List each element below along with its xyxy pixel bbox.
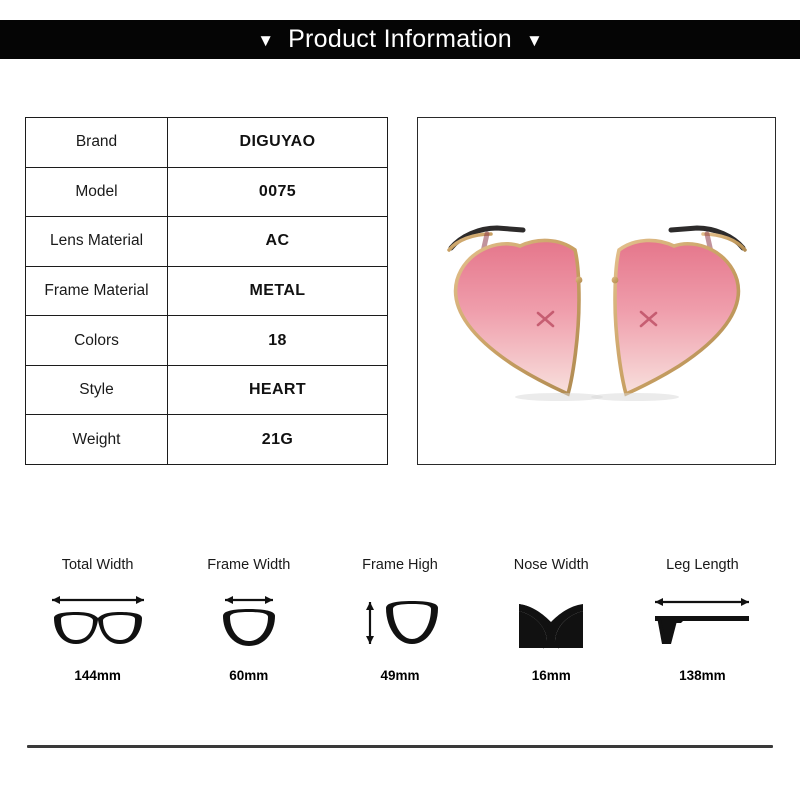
measurement-value: 138mm bbox=[679, 667, 726, 683]
spec-label: Brand bbox=[26, 118, 168, 167]
temple-arm-icon bbox=[647, 589, 757, 653]
single-lens-icon bbox=[197, 589, 301, 653]
page-header-banner: ▼ Product Information ▼ bbox=[0, 20, 800, 59]
measurement-frame-width: Frame Width 60mm bbox=[173, 548, 324, 693]
spec-value: 0075 bbox=[258, 182, 297, 200]
triangle-left-icon: ▼ bbox=[257, 31, 275, 50]
product-shadow-right bbox=[590, 393, 679, 401]
spec-label: Style bbox=[26, 365, 168, 415]
spec-label: Weight bbox=[26, 415, 168, 465]
table-row: Model 0075 bbox=[26, 167, 387, 218]
spec-label: Model bbox=[26, 167, 168, 217]
measurement-label: Leg Length bbox=[666, 557, 739, 573]
product-photo bbox=[418, 118, 775, 464]
spec-value: AC bbox=[265, 232, 290, 250]
measurement-value: 16mm bbox=[531, 667, 571, 683]
spec-value: METAL bbox=[249, 282, 306, 300]
table-row: Style HEART bbox=[26, 365, 387, 416]
spec-value: 21G bbox=[261, 430, 294, 448]
spec-value: HEART bbox=[248, 381, 307, 399]
specification-table: Brand DIGUYAO Model 0075 Lens Material A… bbox=[25, 117, 388, 465]
measurement-frame-high: Frame High 49mm bbox=[324, 548, 475, 693]
triangle-right-icon: ▼ bbox=[525, 31, 543, 50]
measurement-label: Total Width bbox=[61, 557, 134, 573]
lens-left bbox=[453, 238, 581, 397]
heart-sunglasses-illustration bbox=[446, 225, 747, 401]
bridge-joint-left bbox=[575, 276, 582, 284]
nose-bridge-icon bbox=[499, 589, 603, 653]
product-shadow-left bbox=[514, 393, 603, 401]
measurement-leg-length: Leg Length 138mm bbox=[627, 548, 778, 693]
measurement-total-width: Total Width 144mm bbox=[22, 548, 173, 693]
measurement-label: Nose Width bbox=[513, 557, 589, 573]
table-row: Weight 21G bbox=[26, 415, 387, 465]
measurement-value: 49mm bbox=[380, 667, 420, 683]
bottom-divider bbox=[27, 745, 773, 748]
measurement-value: 144mm bbox=[74, 667, 121, 683]
measurement-value: 60mm bbox=[229, 667, 269, 683]
measurements-strip: Total Width 144mm Frame Width 60mm Frame… bbox=[22, 548, 778, 693]
measurement-label: Frame Width bbox=[207, 557, 291, 573]
spec-value: 18 bbox=[268, 331, 287, 349]
measurement-label: Frame High bbox=[362, 557, 438, 573]
bridge-joint-right bbox=[611, 276, 618, 284]
lens-right bbox=[612, 238, 740, 397]
lens-height-icon bbox=[348, 589, 452, 653]
page-title: Product Information bbox=[288, 25, 512, 53]
table-row: Lens Material AC bbox=[26, 217, 387, 267]
spec-label: Frame Material bbox=[26, 266, 168, 316]
spec-value: DIGUYAO bbox=[239, 133, 316, 151]
spec-label: Colors bbox=[26, 316, 168, 365]
product-image-frame bbox=[417, 117, 776, 465]
product-information-page: ▼ Product Information ▼ Brand DIGUYAO Mo… bbox=[0, 0, 800, 800]
table-row: Colors 18 bbox=[26, 316, 387, 366]
measurement-nose-width: Nose Width 16mm bbox=[476, 548, 627, 693]
spec-label: Lens Material bbox=[26, 217, 168, 266]
glasses-front-icon bbox=[46, 589, 150, 653]
table-row: Brand DIGUYAO bbox=[26, 118, 387, 168]
table-row: Frame Material METAL bbox=[26, 266, 387, 317]
